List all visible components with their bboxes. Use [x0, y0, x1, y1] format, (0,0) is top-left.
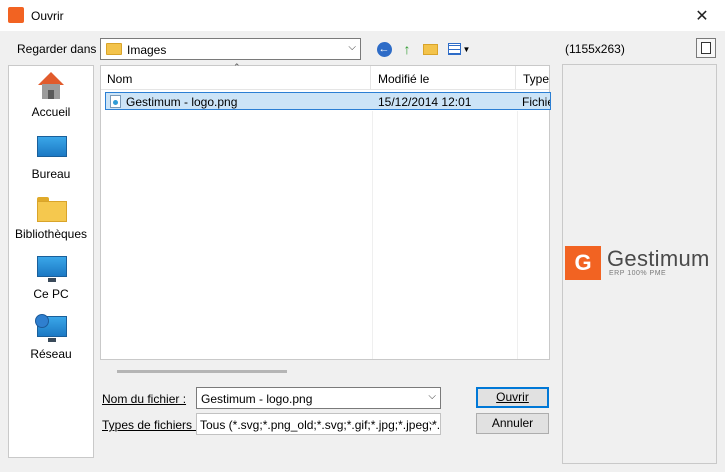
look-in-label: Regarder dans : [17, 42, 104, 56]
close-button[interactable]: ✕ [679, 0, 725, 31]
image-file-icon [110, 95, 121, 108]
filetype-label: Types de fichiers : [102, 418, 199, 432]
home-icon [35, 72, 67, 102]
horizontal-scrollbar[interactable] [117, 370, 287, 373]
filename-label: Nom du fichier : [102, 392, 187, 406]
file-row[interactable]: Gestimum - logo.png 15/12/2014 12:01 Fic… [105, 92, 551, 110]
preview-icon [701, 42, 711, 54]
column-modified[interactable]: Modifié le [372, 66, 516, 90]
sidebar-item-ce-pc[interactable]: Ce PC [9, 254, 93, 301]
places-sidebar: Accueil Bureau Bibliothèques Ce PC Résea… [8, 65, 94, 458]
close-icon: ✕ [695, 7, 709, 25]
network-icon [35, 314, 67, 344]
window-title: Ouvrir [31, 9, 64, 23]
folder-icon [106, 43, 122, 55]
file-list[interactable]: ⌃ Nom Modifié le Type Gestimum - logo.pn… [100, 62, 551, 373]
sidebar-item-accueil[interactable]: Accueil [9, 72, 93, 119]
file-modified: 15/12/2014 12:01 [378, 95, 472, 109]
cancel-button[interactable]: Annuler [476, 413, 549, 434]
view-menu-icon[interactable]: ▼ [445, 40, 473, 58]
title-bar: Ouvrir ✕ [0, 0, 725, 31]
preview-tagline: ERP 100% PME [609, 270, 667, 277]
gestimum-app-icon [8, 7, 24, 23]
sidebar-item-label: Accueil [31, 105, 71, 119]
column-name[interactable]: Nom [101, 66, 371, 90]
chevron-down-icon: ⌵ [428, 417, 436, 428]
sidebar-item-reseau[interactable]: Réseau [9, 314, 93, 361]
column-divider [517, 111, 518, 359]
chevron-down-icon: ⌵ [348, 42, 356, 53]
back-icon[interactable]: ← [375, 40, 393, 58]
filetype-value: Tous (*.svg;*.png_old;*.svg;*.gif;*.jpg;… [200, 418, 441, 432]
preview-pane: G Gestimum ERP 100% PME [562, 64, 717, 464]
preview-toggle-button[interactable] [696, 38, 716, 58]
file-name: Gestimum - logo.png [126, 95, 238, 109]
gestimum-logo-icon: G [565, 246, 601, 280]
filename-input[interactable]: Gestimum - logo.png ⌵ [196, 387, 441, 409]
sidebar-item-label: Ce PC [33, 287, 69, 301]
column-header: ⌃ Nom Modifié le Type [101, 62, 551, 90]
preview-brand: Gestimum [607, 246, 710, 271]
sidebar-item-bureau[interactable]: Bureau [9, 134, 93, 181]
look-in-dropdown[interactable]: Images ⌵ [100, 38, 361, 60]
filename-value: Gestimum - logo.png [201, 392, 313, 406]
sidebar-item-label: Bibliothèques [14, 227, 88, 241]
sidebar-item-bibliotheques[interactable]: Bibliothèques [9, 194, 93, 241]
look-in-value: Images [127, 43, 167, 57]
libraries-icon [35, 194, 67, 224]
new-folder-icon[interactable] [421, 40, 439, 58]
preview-dimensions: (1155x263) [565, 42, 625, 56]
column-type[interactable]: Type [517, 66, 551, 90]
sidebar-item-label: Bureau [31, 167, 71, 181]
sidebar-item-label: Réseau [30, 347, 72, 361]
column-divider [372, 111, 373, 359]
desktop-icon [35, 134, 67, 164]
chevron-down-icon[interactable]: ⌵ [428, 391, 436, 402]
file-type: Fichier [522, 95, 550, 109]
filetype-select[interactable]: Tous (*.svg;*.png_old;*.svg;*.gif;*.jpg;… [196, 413, 441, 435]
computer-icon [35, 254, 67, 284]
up-folder-icon[interactable]: ↑ [398, 40, 416, 58]
open-button[interactable]: Ouvrir [476, 387, 549, 408]
